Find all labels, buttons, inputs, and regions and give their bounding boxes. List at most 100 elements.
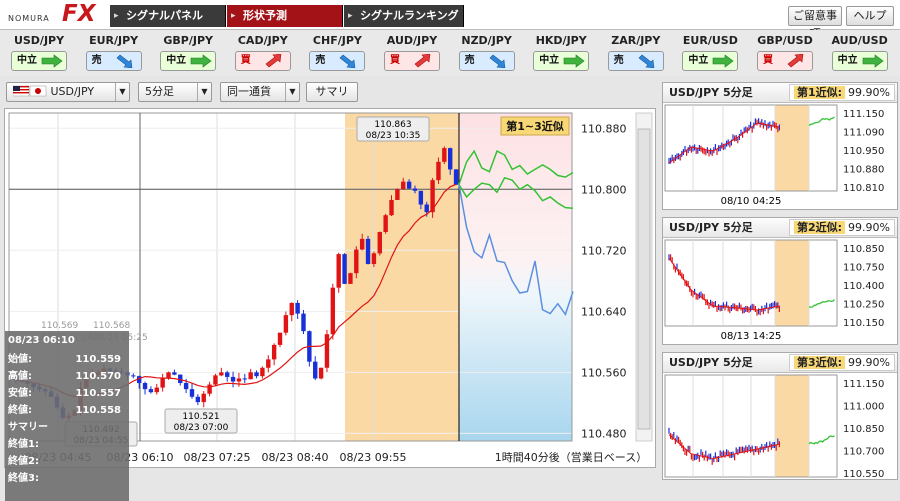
pair-name: GBP/USD <box>757 34 813 47</box>
candle-body <box>224 372 230 377</box>
similar-chart-2[interactable]: USD/JPY 5分足 第2近似: 99.90% 110.850 110.750 110.… <box>662 217 898 345</box>
candle-body <box>406 181 412 189</box>
main-chart-panel: 110.880 110.800 110.720 110.640 110.560 110.4… <box>4 108 656 501</box>
tab-signal-ranking[interactable]: シグナルランキング <box>344 5 464 27</box>
pair-select-value: USD/JPY <box>50 85 95 98</box>
mini-moving-average <box>668 122 780 164</box>
notice-button[interactable]: ご留意事項 <box>788 6 842 40</box>
annotation-low-2-value: 110.521 <box>182 412 219 422</box>
pair-tile-zar-jpy[interactable]: ZAR/JPY 売 <box>601 32 671 74</box>
similar-chart-header: USD/JPY 5分足 第3近似: 99.90% <box>663 353 897 373</box>
pair-name: AUD/USD <box>831 34 888 47</box>
candle-body <box>148 389 154 393</box>
summary-button[interactable]: サマリ <box>306 82 358 102</box>
arrow-up-right-icon <box>414 54 431 68</box>
similarity-rank: 第1近似: <box>793 86 846 99</box>
candle-body <box>383 215 388 232</box>
pair-select[interactable]: USD/JPY ▼ <box>6 82 130 102</box>
signal-badge: 中立 <box>533 51 590 71</box>
y-tick-label: 110.700 <box>843 447 884 458</box>
help-button[interactable]: ヘルプ <box>846 6 894 26</box>
candle-body <box>277 332 283 345</box>
tab-signal-panel[interactable]: シグナルパネル <box>110 5 226 27</box>
signal-badge: 中立 <box>11 51 67 71</box>
candle-body <box>283 315 289 333</box>
pair-tile-eur-jpy[interactable]: EUR/JPY 売 <box>79 32 149 74</box>
x-tick-label: 08/23 08:40 <box>262 451 329 464</box>
y-tick-label: 111.150 <box>843 109 884 120</box>
similar-chart-3[interactable]: USD/JPY 5分足 第3近似: 99.90% 111.150 111.000 110.… <box>662 352 898 480</box>
candle-body <box>324 334 330 368</box>
chart-toolbar: USD/JPY ▼ 5分足 ▼ 同一通貨 ▼ サマリ <box>0 79 660 105</box>
signal-text: 売 <box>315 55 326 66</box>
candle-body <box>172 372 177 375</box>
arrow-up-right-icon <box>265 54 282 68</box>
candle-body <box>377 231 382 254</box>
similarity-percent: 99.90% <box>848 86 890 99</box>
y-tick-label: 111.150 <box>843 379 884 390</box>
arrow-right-icon <box>862 54 884 68</box>
candle-body <box>442 148 447 162</box>
y-tick-label: 110.850 <box>843 424 884 435</box>
y-tick-label: 110.480 <box>581 427 627 440</box>
candle-body <box>160 378 165 388</box>
tab-shape-forecast[interactable]: 形状予測 <box>227 5 343 27</box>
arrow-down-right-icon <box>116 54 132 68</box>
y-tick-label: 110.880 <box>843 165 884 176</box>
currency-option-select[interactable]: 同一通貨 ▼ <box>220 82 300 102</box>
pair-tile-hkd-jpy[interactable]: HKD/JPY 中立 <box>526 32 596 74</box>
pair-tile-usd-jpy[interactable]: USD/JPY 中立 <box>4 32 74 74</box>
candle-body <box>295 302 300 314</box>
pair-tile-gbp-usd[interactable]: GBP/USD 買 <box>750 32 820 74</box>
similar-period-highlight <box>775 240 809 326</box>
similar-date-label: 08/10 04:25 <box>721 196 782 207</box>
y-tick-label: 110.850 <box>843 244 884 255</box>
candle-body <box>183 383 189 390</box>
arrow-right-icon <box>563 54 585 68</box>
pair-tile-gbp-jpy[interactable]: GBP/JPY 中立 <box>153 32 223 74</box>
interval-select[interactable]: 5分足 ▼ <box>138 82 212 102</box>
candle-body <box>318 367 324 379</box>
similar-chart-plot: 110.850 110.750 110.400 110.250 110.150 08/13… <box>664 239 884 342</box>
interval-select-value: 5分足 <box>145 85 174 98</box>
currency-option-value: 同一通貨 <box>227 85 271 98</box>
candle-body <box>236 378 242 382</box>
ohlc-low: 安値: 110.557 <box>8 388 121 399</box>
mini-forecast-line <box>808 116 835 127</box>
similar-charts-sidebar: USD/JPY 5分足 第1近似: 99.90% 111.150 111.090 110.… <box>662 82 898 480</box>
y-tick-label: 110.560 <box>581 366 627 379</box>
scrollbar-thumb[interactable] <box>637 128 651 430</box>
y-tick-label: 110.250 <box>843 300 884 311</box>
signal-badge: 売 <box>309 51 366 71</box>
candle-body <box>354 249 359 274</box>
pair-tile-aud-usd[interactable]: AUD/USD 中立 <box>825 32 895 74</box>
signal-badge: 買 <box>234 51 291 71</box>
candle-body <box>453 169 459 185</box>
pair-tile-nzd-jpy[interactable]: NZD/JPY 売 <box>452 32 522 74</box>
chevron-down-icon: ▼ <box>197 83 211 101</box>
y-tick-label: 110.400 <box>843 281 884 292</box>
candle-body <box>418 190 424 205</box>
similarity-percent: 99.90% <box>848 221 890 234</box>
similar-chart-1[interactable]: USD/JPY 5分足 第1近似: 99.90% 111.150 111.090 110.… <box>662 82 898 210</box>
pair-name: EUR/USD <box>682 34 738 47</box>
pair-tile-eur-usd[interactable]: EUR/USD 中立 <box>675 32 745 74</box>
pair-tile-aud-jpy[interactable]: AUD/JPY 買 <box>377 32 447 74</box>
candle-body <box>342 254 347 284</box>
pair-tile-chf-jpy[interactable]: CHF/JPY 売 <box>302 32 372 74</box>
ghost-label: 110.568 <box>93 321 130 331</box>
signal-badge: 売 <box>458 51 515 71</box>
candle-body <box>289 302 294 316</box>
signal-text: 売 <box>464 55 475 66</box>
arrow-down-right-icon <box>339 54 356 68</box>
pair-name: CHF/JPY <box>312 34 362 47</box>
candle-body <box>336 254 341 288</box>
pair-tile-cad-jpy[interactable]: CAD/JPY 買 <box>228 32 298 74</box>
candle-body <box>254 372 259 377</box>
signal-text: 中立 <box>17 55 37 66</box>
nomura-fx-logo: NOMURA FX <box>4 1 108 28</box>
arrow-right-icon <box>713 54 734 68</box>
candle-body <box>436 161 441 181</box>
logo-small-text: NOMURA <box>8 14 50 23</box>
signal-text: 中立 <box>539 55 560 66</box>
